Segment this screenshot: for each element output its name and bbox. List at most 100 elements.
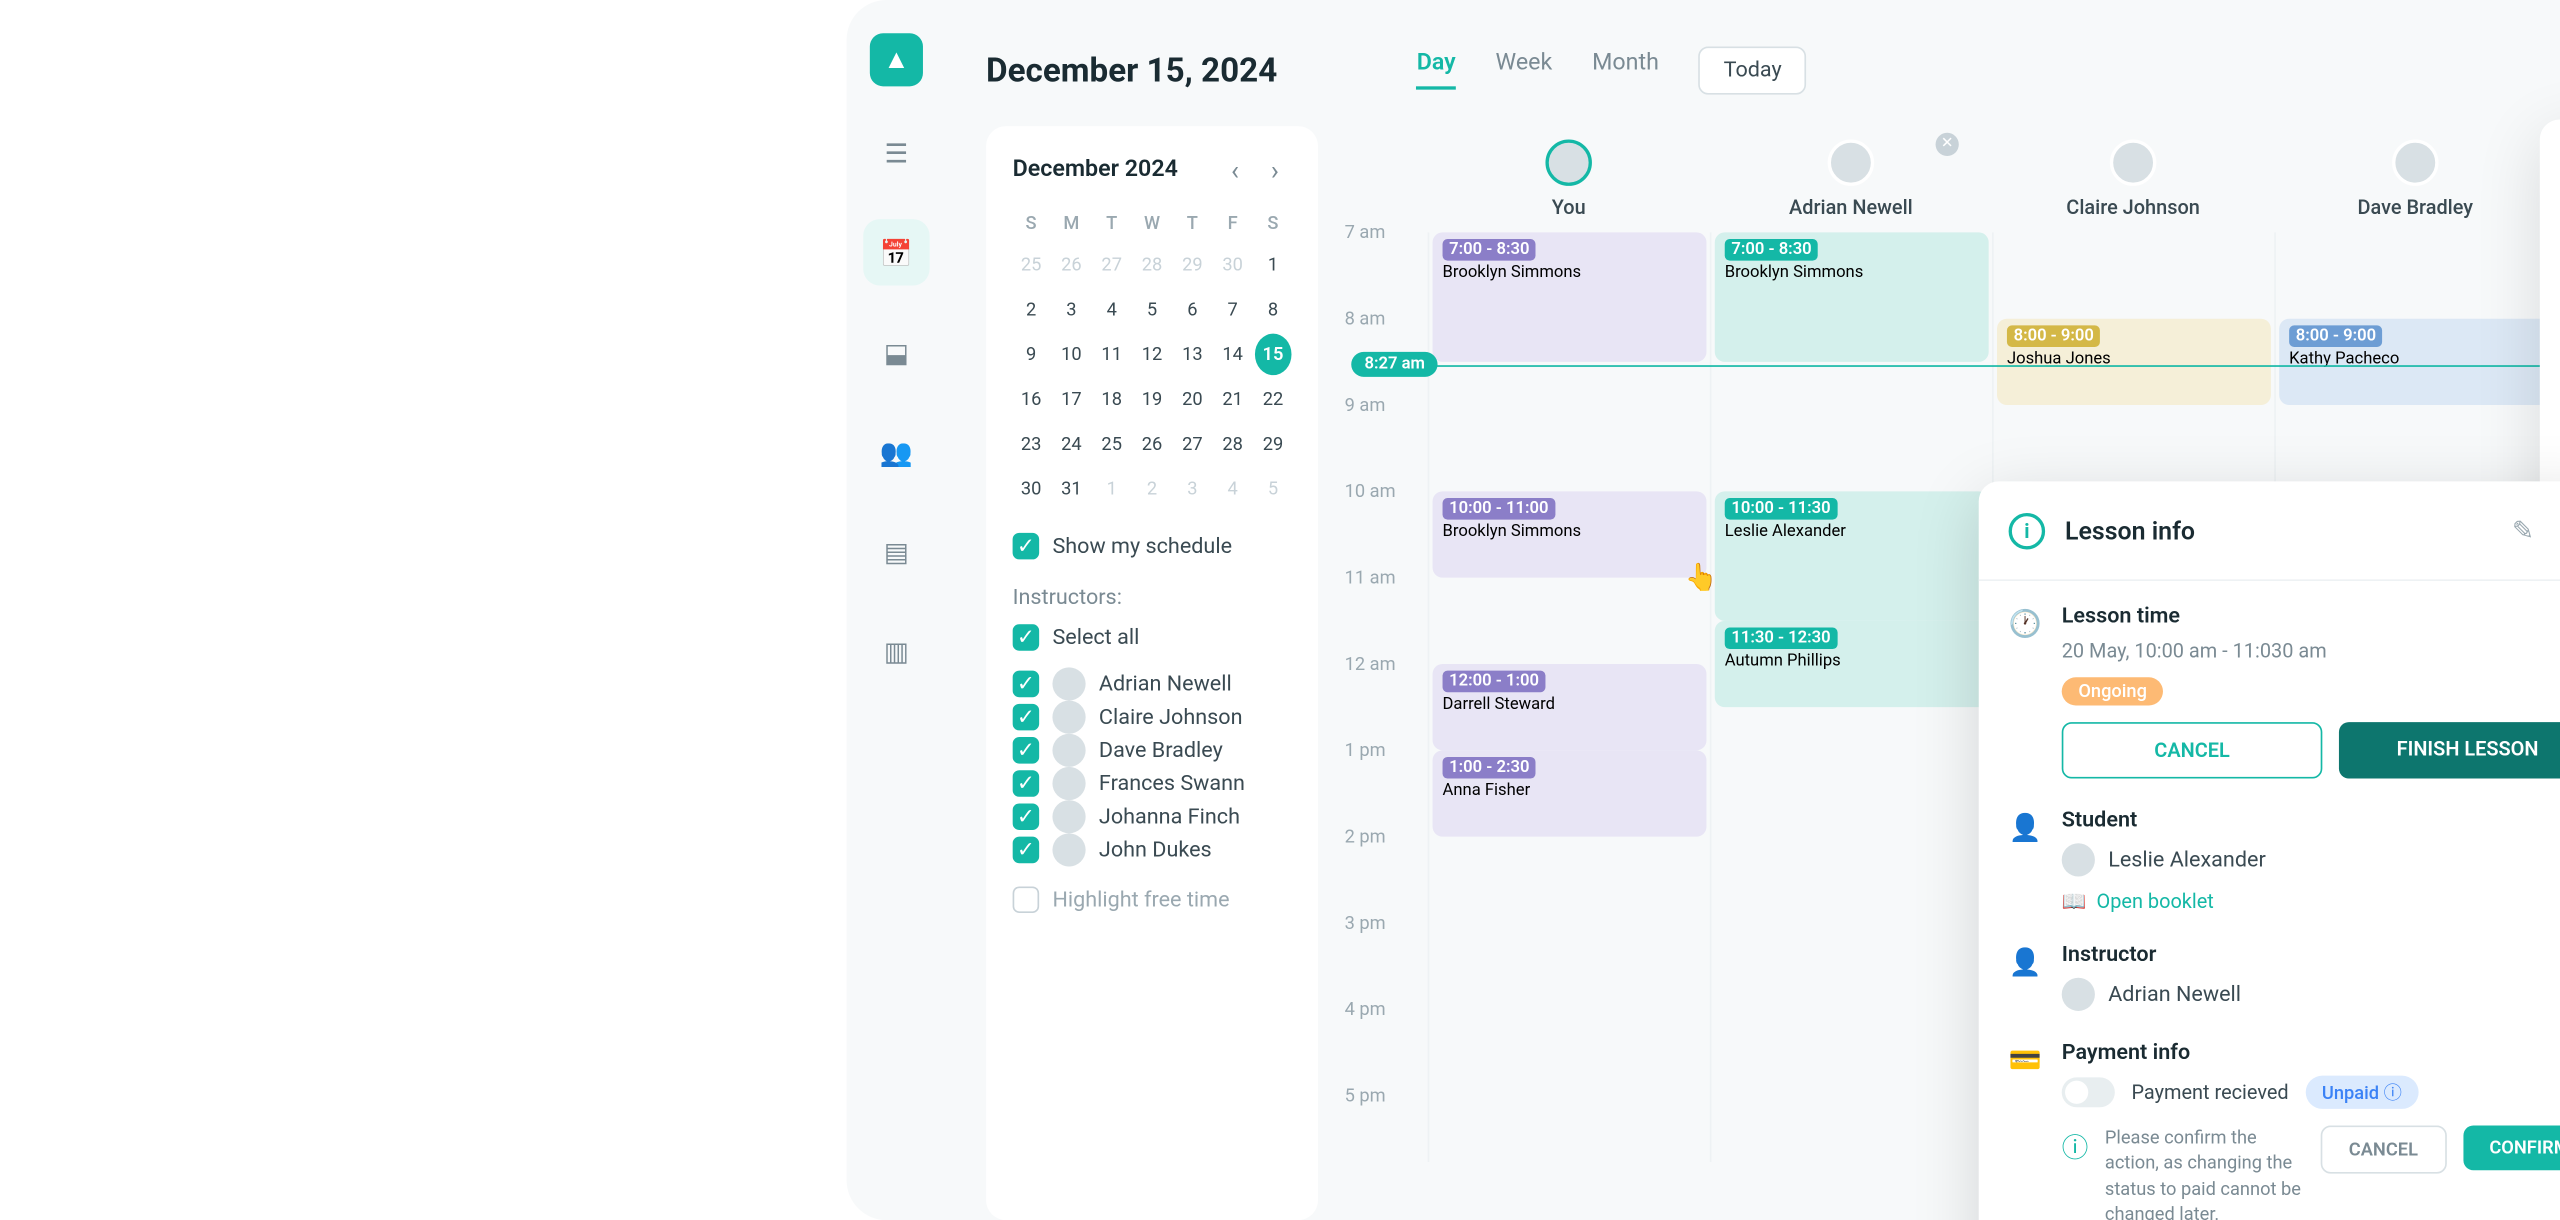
cal-day[interactable]: 20 (1174, 378, 1211, 420)
user-icon: 👤 (2009, 943, 2039, 1011)
nav-inbox[interactable]: ⬓ (863, 319, 929, 385)
cal-day[interactable]: 15 (1254, 334, 1291, 376)
cal-day[interactable]: 17 (1053, 378, 1090, 420)
cal-day[interactable]: 25 (1093, 423, 1130, 465)
info-icon: ⓘ (2062, 1125, 2089, 1165)
cal-day[interactable]: 24 (1053, 423, 1090, 465)
cal-day[interactable]: 28 (1134, 244, 1171, 286)
cal-day[interactable]: 27 (1093, 244, 1130, 286)
calendar-event[interactable]: 10:00 - 11:00Brooklyn Simmons (1433, 491, 1707, 577)
payment-toggle[interactable] (2062, 1077, 2115, 1107)
instructor-name: Dave Bradley (1099, 738, 1223, 763)
cal-day[interactable]: 26 (1134, 423, 1171, 465)
cal-day[interactable]: 7 (1214, 289, 1251, 331)
cal-day[interactable]: 3 (1174, 468, 1211, 510)
cal-day[interactable]: 18 (1093, 378, 1130, 420)
avatar (1052, 833, 1085, 866)
cal-day[interactable]: 16 (1013, 378, 1050, 420)
cal-day[interactable]: 1 (1254, 244, 1291, 286)
calendar-event[interactable]: 1:00 - 2:30Anna Fisher (1433, 750, 1707, 836)
unpaid-badge: Unpaid ⓘ (2305, 1076, 2418, 1109)
cal-day[interactable]: 8 (1254, 289, 1291, 331)
today-button[interactable]: Today (1699, 46, 1807, 94)
calendar-event[interactable]: 8:00 - 9:00Joshua Jones (1997, 319, 2271, 405)
instructor-checkbox[interactable]: ✓ (1013, 803, 1040, 830)
instructor-name: John Dukes (1099, 837, 1212, 862)
finish-lesson-button[interactable]: FINISH LESSON (2339, 722, 2560, 778)
user-icon: 👤 (2009, 808, 2039, 913)
payment-confirm-button[interactable]: CONFIRM (2463, 1125, 2560, 1170)
lesson-info-popover: i Lesson info ✎ ✕ 🕐 Lesson time 20 May, … (1979, 481, 2560, 1220)
minical-title: December 2024 (1013, 156, 1178, 183)
status-badge: Ongoing (2062, 677, 2164, 705)
calendar-event[interactable]: 7:00 - 8:30Brooklyn Simmons (1433, 232, 1707, 361)
cal-day[interactable]: 30 (1013, 468, 1050, 510)
instructor-label: Instructor (2062, 943, 2560, 968)
payment-cancel-button[interactable]: CANCEL (2321, 1125, 2447, 1173)
avatar (1052, 667, 1085, 700)
cancel-lesson-button[interactable]: CANCEL (2062, 722, 2323, 778)
nav-building[interactable]: ▥ (863, 618, 929, 684)
column-name: Dave Bradley (2357, 196, 2473, 219)
nav-reports[interactable]: ▤ (863, 518, 929, 584)
info-icon: i (2009, 512, 2046, 549)
nav-calendar[interactable]: 📅 (863, 219, 929, 285)
cal-day[interactable]: 4 (1214, 468, 1251, 510)
cal-day[interactable]: 22 (1254, 378, 1291, 420)
payment-alert: Please confirm the action, as changing t… (2105, 1125, 2304, 1220)
calendar-event[interactable]: 7:00 - 8:30Brooklyn Simmons (1715, 232, 1989, 361)
highlight-free-checkbox[interactable] (1013, 886, 1040, 913)
tab-month[interactable]: Month (1592, 50, 1659, 90)
calendar-event[interactable]: 10:00 - 11:30Leslie Alexander (1715, 491, 1989, 620)
cal-day[interactable]: 21 (1214, 378, 1251, 420)
cal-day[interactable]: 1 (1093, 468, 1130, 510)
calendar-event[interactable]: 12:00 - 1:00Darrell Steward (1433, 664, 1707, 750)
cal-day[interactable]: 2 (1013, 289, 1050, 331)
card-icon: 💳 (2009, 1041, 2039, 1220)
cal-day[interactable]: 6 (1174, 289, 1211, 331)
cal-day[interactable]: 29 (1174, 244, 1211, 286)
instructor-checkbox[interactable]: ✓ (1013, 770, 1040, 797)
cal-day[interactable]: 19 (1134, 378, 1171, 420)
highlight-free-label: Highlight free time (1052, 887, 1229, 912)
cal-day[interactable]: 14 (1214, 334, 1251, 376)
instructor-checkbox[interactable]: ✓ (1013, 704, 1040, 731)
nav-dashboard[interactable]: ☰ (863, 120, 929, 186)
instructor-checkbox[interactable]: ✓ (1013, 837, 1040, 864)
tab-day[interactable]: Day (1417, 50, 1456, 90)
cal-day[interactable]: 28 (1214, 423, 1251, 465)
cal-day[interactable]: 4 (1093, 289, 1130, 331)
instructor-checkbox[interactable]: ✓ (1013, 671, 1040, 698)
minical-next[interactable]: › (1258, 153, 1291, 186)
select-all-checkbox[interactable]: ✓ (1013, 624, 1040, 651)
remove-column-icon[interactable]: ✕ (1936, 133, 1959, 156)
cal-day[interactable]: 9 (1013, 334, 1050, 376)
cal-day[interactable]: 11 (1093, 334, 1130, 376)
tab-week[interactable]: Week (1496, 50, 1553, 90)
cal-day[interactable]: 25 (1013, 244, 1050, 286)
show-my-schedule-checkbox[interactable]: ✓ (1013, 533, 1040, 560)
cal-day[interactable]: 2 (1134, 468, 1171, 510)
calendar-event[interactable]: 8:00 - 9:00Kathy Pacheco (2279, 319, 2553, 405)
cal-day[interactable]: 5 (1134, 289, 1171, 331)
cal-day[interactable]: 30 (1214, 244, 1251, 286)
cal-day[interactable]: 5 (1254, 468, 1291, 510)
edit-icon[interactable]: ✎ (2505, 508, 2541, 553)
minical-prev[interactable]: ‹ (1218, 153, 1251, 186)
instructors-heading: Instructors: (1013, 586, 1292, 611)
instructor-checkbox[interactable]: ✓ (1013, 737, 1040, 764)
cal-day[interactable]: 12 (1134, 334, 1171, 376)
cal-day[interactable]: 13 (1174, 334, 1211, 376)
cal-day[interactable]: 29 (1254, 423, 1291, 465)
select-all-label: Select all (1052, 625, 1139, 650)
nav-students[interactable]: 👥 (863, 418, 929, 484)
calendar-event[interactable]: 11:30 - 12:30Autumn Phillips (1715, 621, 1989, 707)
cal-day[interactable]: 3 (1053, 289, 1090, 331)
cal-day[interactable]: 23 (1013, 423, 1050, 465)
cal-day[interactable]: 26 (1053, 244, 1090, 286)
lesson-time-value: 20 May, 10:00 am - 11:030 am (2062, 639, 2560, 662)
open-booklet-link[interactable]: 📖Open booklet (2062, 890, 2560, 913)
cal-day[interactable]: 27 (1174, 423, 1211, 465)
cal-day[interactable]: 31 (1053, 468, 1090, 510)
cal-day[interactable]: 10 (1053, 334, 1090, 376)
